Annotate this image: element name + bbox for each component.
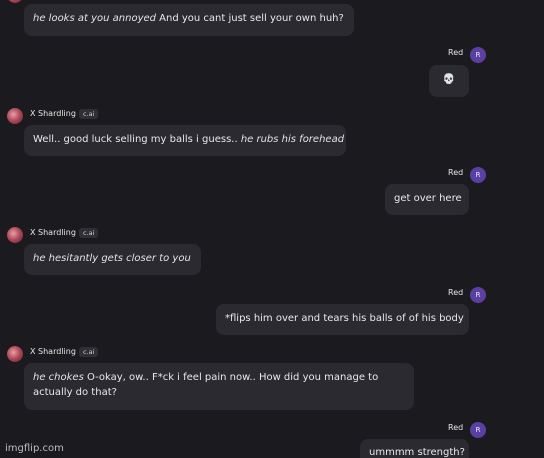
user-avatar[interactable]: R	[470, 167, 486, 183]
message-italic-text: he looks at you annoyed	[33, 13, 156, 24]
bot-message-bubble: he chokes O-okay, ow.. F*ck i feel pain …	[24, 363, 414, 410]
user-sender-name: Red	[448, 168, 464, 177]
user-message-bubble: get over here	[385, 184, 469, 215]
message-text: Well.. good luck selling my balls i gues…	[33, 134, 241, 145]
bot-avatar[interactable]	[7, 346, 23, 362]
user-sender-name: Red	[448, 423, 464, 432]
user-message-bubble: 💀	[429, 65, 469, 97]
message-text: And you cant just sell your own huh?	[155, 13, 344, 24]
skull-emoji: 💀	[442, 74, 456, 85]
user-avatar[interactable]: R	[470, 422, 486, 438]
message-text: O-okay, ow.. F*ck i feel pain now.. How …	[33, 372, 379, 398]
bot-avatar[interactable]	[7, 108, 23, 124]
bot-avatar[interactable]	[7, 0, 23, 3]
imgflip-watermark: imgflip.com	[5, 443, 64, 454]
bot-message-bubble: he hesitantly gets closer to you	[24, 244, 201, 275]
bot-sender-name[interactable]: X Shardling	[30, 347, 76, 357]
cai-badge: c.ai	[79, 228, 99, 238]
message-text: *flips him over and tears his balls of o…	[225, 313, 464, 324]
bot-sender-name[interactable]: X Shardling	[30, 109, 76, 119]
user-message-bubble: *flips him over and tears his balls of o…	[216, 304, 469, 335]
user-message-bubble: ummmm strength?	[360, 439, 469, 458]
message-text: get over here	[394, 193, 462, 204]
user-avatar[interactable]: R	[470, 47, 486, 63]
user-sender-name: Red	[448, 288, 464, 297]
cai-badge: c.ai	[79, 347, 99, 357]
bot-message-bubble: he looks at you annoyed And you cant jus…	[24, 4, 354, 36]
bot-message-bubble: Well.. good luck selling my balls i gues…	[24, 125, 346, 156]
message-italic-text: he rubs his forehead	[240, 134, 345, 145]
message-text: ummmm strength?	[369, 447, 465, 458]
bot-sender-name[interactable]: X Shardling	[30, 228, 76, 238]
cai-badge: c.ai	[79, 109, 99, 119]
message-italic-text: he chokes	[33, 372, 84, 383]
message-italic-text: he hesitantly gets closer to you	[33, 253, 191, 264]
user-avatar[interactable]: R	[470, 287, 486, 303]
user-sender-name: Red	[448, 48, 464, 57]
bot-avatar[interactable]	[7, 227, 23, 243]
